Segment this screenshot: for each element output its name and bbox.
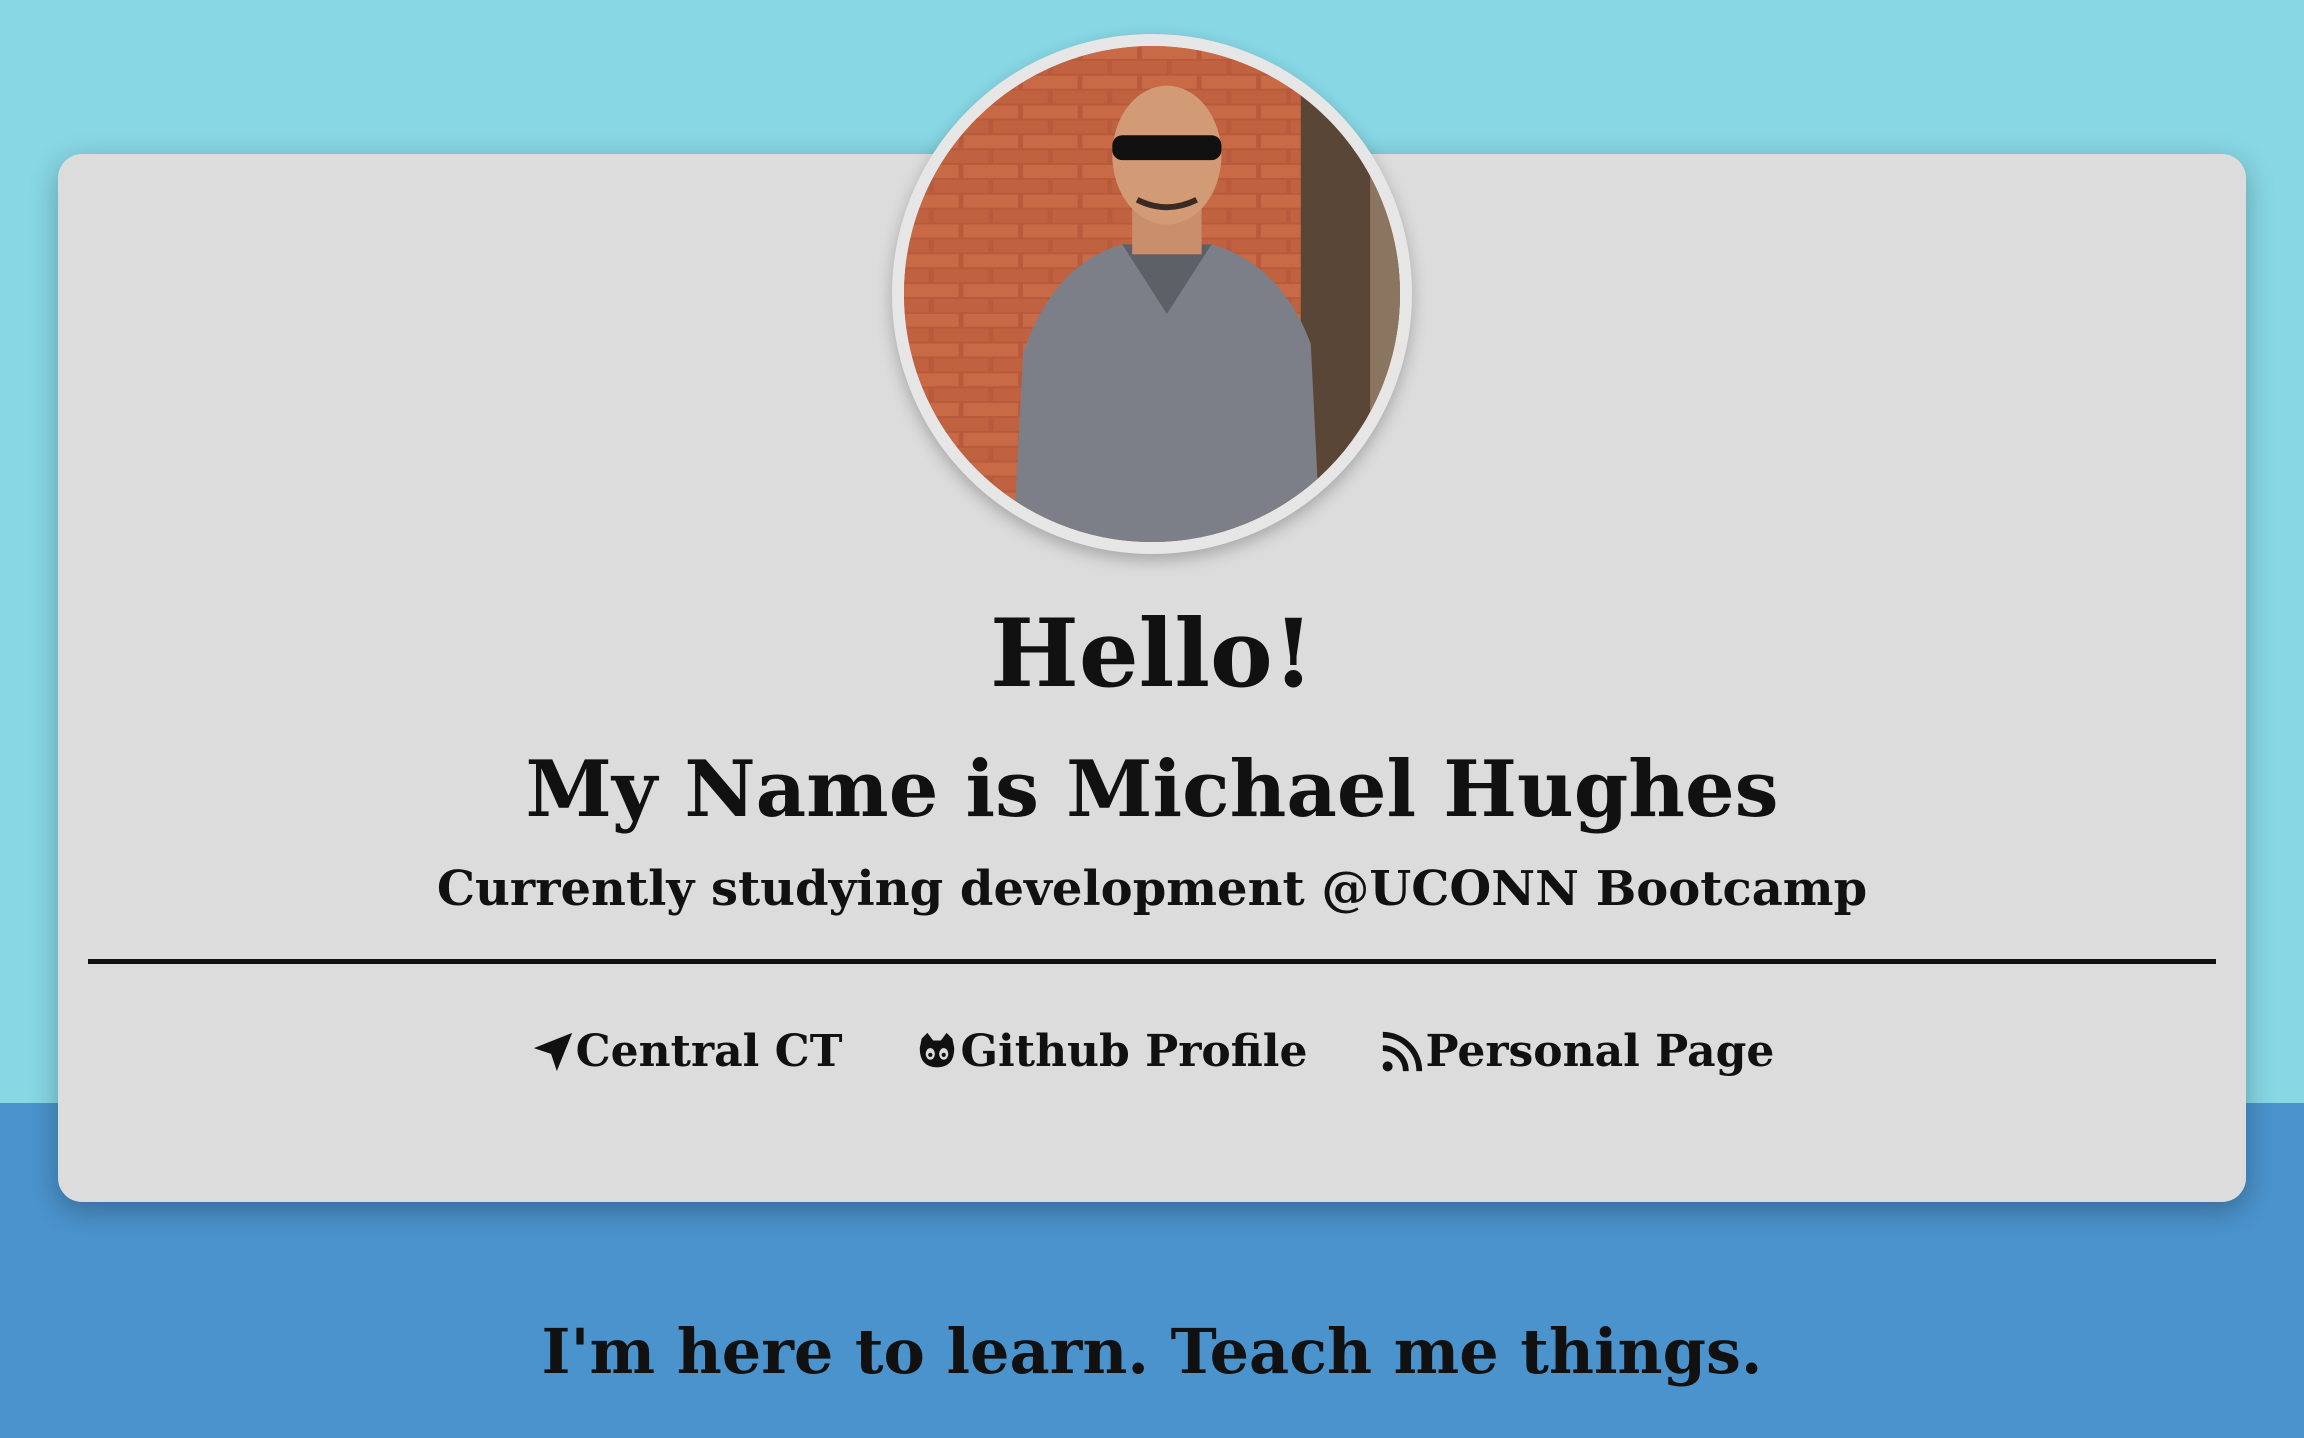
github-profile-link[interactable]: Github Profile — [914, 1022, 1307, 1082]
location-label: Central CT — [575, 1026, 843, 1077]
greeting-heading: Hello! — [990, 599, 1314, 709]
github-profile-label: Github Profile — [960, 1026, 1308, 1077]
name-heading: My Name is Michael Hughes — [525, 744, 1779, 835]
profile-photo — [904, 46, 1400, 542]
github-icon — [914, 1029, 960, 1075]
page-background: Hello! My Name is Michael Hughes Current… — [0, 0, 2304, 1438]
location-link[interactable]: Central CT — [530, 1022, 843, 1082]
profile-photo-avatar — [892, 34, 1412, 554]
subtitle-text: Currently studying development @UCONN Bo… — [436, 861, 1868, 917]
location-arrow-icon — [530, 1029, 576, 1075]
tagline-text: I'm here to learn. Teach me things. — [541, 1315, 1763, 1388]
personal-page-link[interactable]: Personal Page — [1379, 1022, 1774, 1082]
profile-links: Central CT Github Profile Personal Page — [0, 1022, 2304, 1082]
rss-icon — [1379, 1029, 1425, 1075]
personal-page-label: Personal Page — [1425, 1026, 1775, 1077]
divider — [88, 959, 2216, 964]
